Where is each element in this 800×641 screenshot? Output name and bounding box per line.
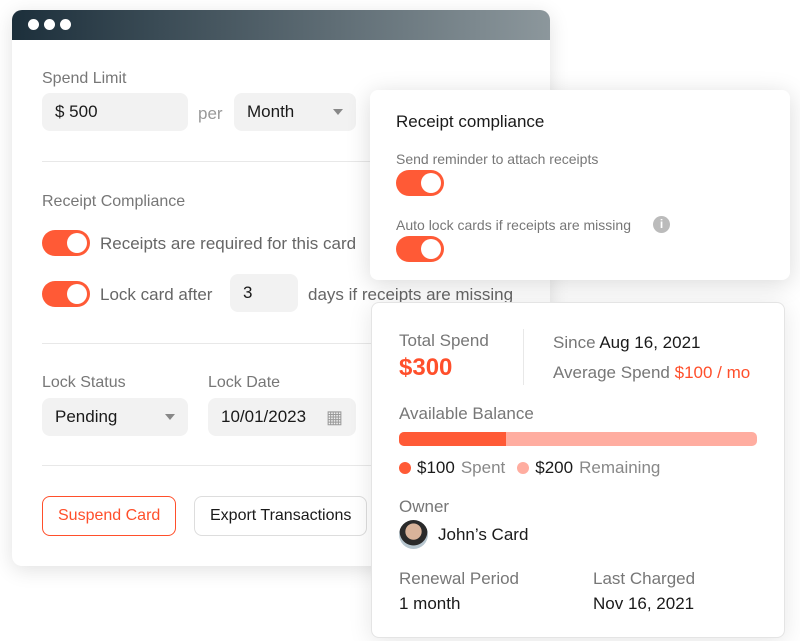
lock-status-value: Pending xyxy=(55,407,118,426)
last-charged-label: Last Charged xyxy=(593,569,696,588)
suspend-card-button[interactable]: Suspend Card xyxy=(42,496,177,536)
reminder-toggle[interactable] xyxy=(396,170,444,196)
spend-limit-label: Spend Limit xyxy=(42,70,127,87)
owner-avatar xyxy=(399,520,428,549)
export-transactions-button[interactable]: Export Transactions xyxy=(194,496,368,536)
period-select[interactable]: Month xyxy=(234,93,356,131)
total-spend-label: Total Spend xyxy=(399,331,489,350)
autolock-toggle[interactable] xyxy=(396,236,444,262)
per-label: per xyxy=(198,104,223,123)
lock-days-input[interactable]: 3 xyxy=(230,274,298,312)
info-icon[interactable]: i xyxy=(653,216,670,233)
chevron-down-icon xyxy=(333,109,343,115)
balance-bar xyxy=(399,432,757,446)
receipts-required-label: Receipts are required for this card xyxy=(100,234,357,253)
lock-date-label: Lock Date xyxy=(208,374,281,391)
period-value: Month xyxy=(247,102,295,121)
owner-value: John’s Card xyxy=(438,525,529,544)
autolock-label: Auto lock cards if receipts are missing xyxy=(396,217,631,233)
since-value: Aug 16, 2021 xyxy=(599,333,701,352)
window-minimize-button[interactable] xyxy=(44,19,55,30)
divider xyxy=(523,329,524,385)
title-bar xyxy=(12,10,550,40)
average-spend-label: Average Spend xyxy=(553,363,670,382)
calendar-icon[interactable]: ▦ xyxy=(326,407,343,428)
remaining-legend-dot xyxy=(517,462,530,474)
spent-legend-dot xyxy=(399,462,411,474)
receipt-compliance-popup: Receipt compliance Send reminder to atta… xyxy=(370,90,790,280)
receipt-compliance-heading: Receipt Compliance xyxy=(42,193,186,210)
reminder-label: Send reminder to attach receipts xyxy=(396,151,599,167)
remaining-value: $200 xyxy=(535,458,574,477)
popup-title: Receipt compliance xyxy=(396,112,545,131)
average-spend-value: $100 / mo xyxy=(674,363,751,382)
since-label: Since xyxy=(553,333,596,352)
lock-status-label: Lock Status xyxy=(42,374,126,391)
balance-bar-spent xyxy=(399,432,507,446)
lock-status-select[interactable]: Pending xyxy=(42,398,188,436)
spent-label: Spent xyxy=(460,458,506,477)
renewal-period-value: 1 month xyxy=(399,594,461,613)
window-close-button[interactable] xyxy=(28,19,39,30)
lock-card-toggle[interactable] xyxy=(42,281,90,307)
renewal-period-label: Renewal Period xyxy=(399,569,520,588)
remaining-label: Remaining xyxy=(579,458,661,477)
spent-value: $100 xyxy=(417,458,455,477)
lock-date-input[interactable]: 10/01/2023 ▦ xyxy=(208,398,356,436)
chevron-down-icon xyxy=(165,414,175,420)
lock-card-label: Lock card after xyxy=(100,285,213,304)
receipts-required-toggle[interactable] xyxy=(42,230,90,256)
total-spend-value: $300 xyxy=(399,354,453,381)
owner-label: Owner xyxy=(399,497,450,516)
last-charged-value: Nov 16, 2021 xyxy=(593,594,695,613)
spend-summary-card: Total Spend $300 Since Aug 16, 2021 Aver… xyxy=(371,302,785,638)
window-maximize-button[interactable] xyxy=(60,19,71,30)
available-balance-label: Available Balance xyxy=(399,404,534,423)
lock-date-value: 10/01/2023 xyxy=(221,407,307,426)
spend-limit-input[interactable]: $ 500 xyxy=(42,93,188,131)
